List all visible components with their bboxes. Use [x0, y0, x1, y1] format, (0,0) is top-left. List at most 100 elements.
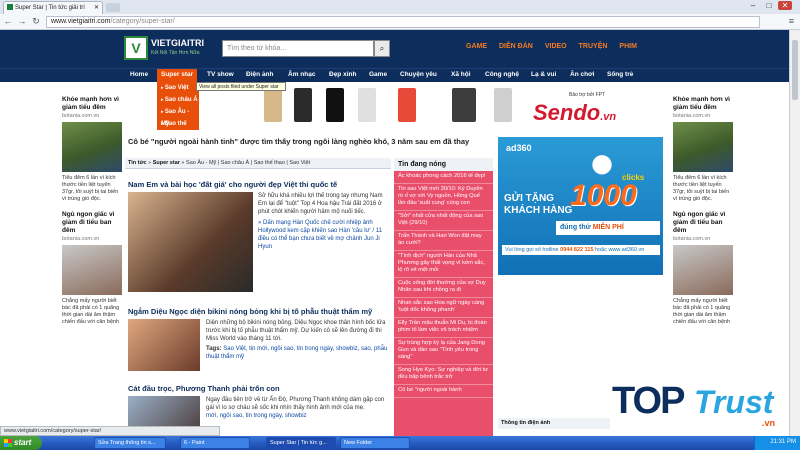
nav-la-vui[interactable]: Lạ & vui [531, 71, 556, 78]
side-ad-image[interactable] [673, 122, 733, 172]
breadcrumb-home[interactable]: Tin tức [128, 160, 147, 166]
hot-news-item[interactable]: Trấn Thành và Hari Won đặt may áo cưới? [394, 231, 493, 251]
address-bar-row: ← → ↻ www.vietgiaitri.com/category/super… [0, 14, 800, 30]
dropdown-sao-the-thao[interactable]: Sao thế thao [157, 118, 199, 139]
logo-text[interactable]: VIETGIAITRI [151, 38, 204, 48]
article-image[interactable] [128, 192, 253, 292]
nav-am-nhac[interactable]: Âm nhạc [288, 71, 315, 78]
hot-news-item[interactable]: Cuộc sống đời thường của vợ Duy Nhân sau… [394, 278, 493, 298]
top-nav-game[interactable]: GAME [466, 43, 487, 50]
top-nav-stories[interactable]: TRUYỆN [579, 43, 608, 50]
nav-chuyen-yeu[interactable]: Chuyện yêu [400, 71, 437, 78]
reload-icon[interactable]: ↻ [30, 16, 42, 27]
dropdown-sao-au-my[interactable]: Sao Âu - Mỹ [157, 106, 199, 127]
top-nav-forum[interactable]: DIỄN ĐÀN [499, 43, 533, 50]
close-window-icon[interactable]: ✕ [778, 1, 792, 10]
article: Nam Em và bài học 'đất giá' cho người đẹ… [128, 180, 392, 295]
nav-song-tre[interactable]: Sống trẻ [607, 71, 633, 78]
side-ad-title[interactable]: Khỏe mạnh hơn vì giảm tiểu đêm [673, 96, 733, 112]
system-tray-clock[interactable]: 21:31 PM [754, 436, 800, 450]
nav-game[interactable]: Game [369, 71, 387, 78]
article-title[interactable]: Ngắm Diệu Ngọc diện bikini nóng bỏng khi… [128, 307, 392, 316]
side-ad-desc: Tiểu đêm 6 lần vì kích thước tiền liệt t… [62, 175, 119, 202]
minimize-icon[interactable]: – [746, 1, 760, 10]
browser-tab[interactable]: Super Star | Tin tức giải trí ✕ [3, 1, 103, 14]
nav-an-choi[interactable]: Ăn chơi [570, 71, 594, 78]
forward-icon[interactable]: → [16, 16, 28, 26]
side-ad-image[interactable] [673, 245, 733, 295]
taskbar-item[interactable]: Sửa Trang thông tin s... [94, 437, 166, 449]
side-ad-image[interactable] [62, 122, 122, 172]
hot-news-item[interactable]: "Tình địch" người Hàn của Nhã Phương gây… [394, 251, 493, 278]
sendo-brand: Sendo [533, 100, 601, 125]
article-related[interactable]: » Dấn mạng Hàn Quốc chế cười nhiệp ảnh H… [258, 219, 392, 251]
new-tab-button[interactable] [106, 3, 120, 12]
browser-menu-icon[interactable]: ≡ [789, 16, 794, 26]
taskbar-item[interactable]: 6 - Paint [180, 437, 250, 449]
side-ad-title[interactable]: Khỏe mạnh hơn vì giảm tiểu đêm [62, 96, 122, 112]
scrollbar-thumb[interactable] [792, 40, 798, 100]
taskbar-item[interactable]: New Folder [340, 437, 410, 449]
side-ad-title[interactable]: Ngủ ngon giấc vì giảm đi tiểu ban đêm [673, 211, 733, 235]
article-summary: Ngay đầu tiên trở về từ Ấn Độ, Phương Th… [206, 397, 385, 411]
side-ad-desc: Chẳng mấy người biết bác đã phải có 1 qu… [62, 298, 120, 325]
start-button[interactable]: start [0, 436, 42, 450]
nav-cong-nghe[interactable]: Công nghệ [485, 71, 519, 78]
phone-image [398, 88, 416, 122]
taskbar-item-active[interactable]: Super Star | Tin tức g... [266, 437, 336, 449]
side-ad-source: botania.com.vn [62, 113, 100, 119]
phone-image [264, 88, 282, 122]
close-tab-icon[interactable]: ✕ [94, 4, 99, 11]
nav-dep-xinh[interactable]: Đẹp xinh [329, 71, 356, 78]
side-ad-title[interactable]: Ngủ ngon giấc vì giảm đi tiểu ban đêm [62, 211, 122, 235]
breadcrumb-links[interactable]: Sao Âu - Mỹ | Sao châu Á | Sao thế thao … [186, 160, 310, 166]
sendo-ad[interactable]: Bảo trợ bởi FPT Sendo.vn [525, 84, 660, 132]
main-nav: Home Super star TV show Điện ảnh Âm nhạc… [0, 68, 800, 82]
ad360-hotline: Vui lòng gọi số hotline 0944 822 115 hoặ… [502, 245, 660, 255]
nav-xa-hoi[interactable]: Xã hội [451, 71, 471, 78]
breadcrumb-current[interactable]: Super star [153, 160, 180, 166]
top-nav-movies[interactable]: PHIM [619, 43, 637, 50]
article-title[interactable]: Nam Em và bài học 'đất giá' cho người đẹ… [128, 180, 392, 189]
ad360-hotline-post: hoặc www.ad360.vn [595, 247, 645, 253]
left-sidebar: Khỏe mạnh hơn vì giảm tiểu đêm botania.c… [62, 96, 122, 326]
side-ad-image[interactable] [62, 245, 122, 295]
ad360-banner[interactable]: ad360 clicks GỬI TẶNG KHÁCH HÀNG 1000 đú… [498, 137, 663, 275]
ad360-free-label: đúng thứ MIỄN PHÍ [556, 221, 660, 235]
hot-news-item[interactable]: Ác khoác phong cách 2016 tế đẹp! [394, 171, 493, 184]
hot-news-item[interactable]: Song Hye Kyo: Sự nghiệp và đời tư đều bấ… [394, 365, 493, 385]
hot-news-item[interactable]: Tin sao Việt mới 30/10: Ký Duyên rò rỉ v… [394, 184, 493, 211]
hot-news-item[interactable]: Cô bé "người ngoài hành [394, 385, 493, 398]
search-input[interactable]: Tìm theo từ khóa... [222, 40, 374, 57]
vertical-scrollbar[interactable] [789, 30, 800, 436]
hot-news-item[interactable]: Sự trùng hợp kỳ lạ của Jang Dong Gun và … [394, 338, 493, 365]
browser-tab-bar: Super Star | Tin tức giải trí ✕ – □ ✕ [0, 0, 800, 14]
hot-news-item[interactable]: "Sởi" nhất cửa nhất động của sao Việt (2… [394, 211, 493, 231]
hot-news-item[interactable]: Elly Trần mâu thuẫn Mi Du, bị đoàn phim … [394, 318, 493, 338]
logo-subtitle: Kết Nối Tận Hơn Nữa [151, 50, 200, 56]
url-input[interactable]: www.vietgiaitri.com/category/super-star/ [46, 16, 760, 28]
back-icon[interactable]: ← [2, 16, 14, 26]
dropdown-sao-viet[interactable]: Sao Việt [157, 82, 199, 94]
nav-dien-anh[interactable]: Điện ảnh [246, 71, 273, 78]
site-logo-icon[interactable]: V [124, 36, 148, 60]
nav-super-star[interactable]: Super star [157, 69, 198, 82]
nav-home[interactable]: Home [130, 71, 148, 78]
windows-taskbar: start Sửa Trang thông tin s... 6 - Paint… [0, 436, 800, 450]
ad360-logo: ad360 [506, 143, 532, 153]
article-tag-list[interactable]: mới, ngôi sao, tin trong ngày, showbiz [206, 412, 392, 420]
dropdown-sao-chau-a[interactable]: Sao châu Á [157, 94, 199, 106]
phone-image [294, 88, 312, 122]
maximize-icon[interactable]: □ [762, 1, 776, 10]
right-sidebar: Khỏe mạnh hơn vì giảm tiểu đêm botania.c… [673, 96, 733, 326]
hot-news-item[interactable]: Nhan sắc sao Hoa ngữ ngày càng 'tuột dốc… [394, 298, 493, 318]
status-bar-url: www.vietgiaitri.com/category/super-star/ [0, 426, 220, 436]
search-icon[interactable]: ⌕ [374, 40, 390, 57]
article-image[interactable] [128, 319, 200, 371]
top-nav-video[interactable]: VIDEO [545, 43, 567, 50]
nav-tv-show[interactable]: TV show [207, 71, 234, 78]
watermark-trust: Trust [694, 384, 774, 420]
breadcrumb: Tin tức » Super star » Sao Âu - Mỹ | Sao… [125, 158, 391, 169]
article-title[interactable]: Cát đầu trọc, Phương Thanh phải trốn con [128, 384, 392, 393]
article-tag-list[interactable]: Sao Việt, tin mới, ngôi sao, tin trong n… [206, 346, 387, 360]
